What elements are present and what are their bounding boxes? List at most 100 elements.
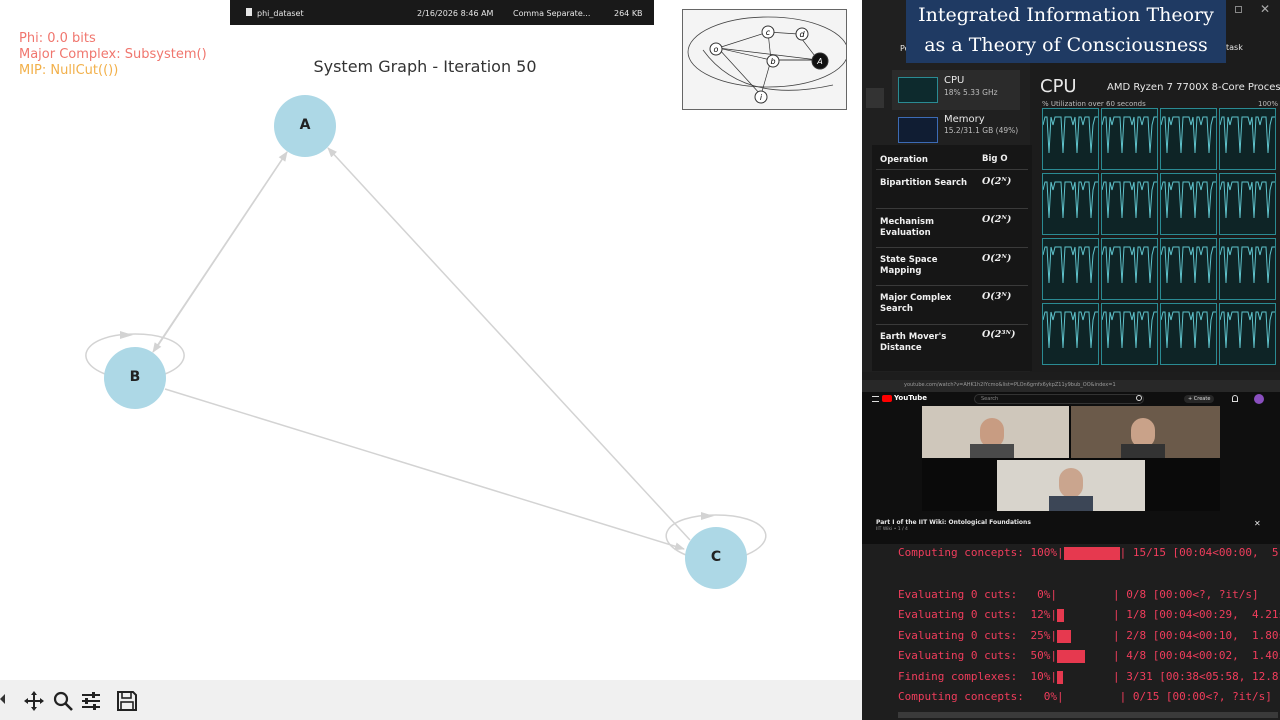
sidebar-item-detail: 15.2/31.1 GB (49%) (944, 126, 1019, 135)
progress-stats: | 1/8 [00:04<00:29, 4.21s/it] (1112, 608, 1280, 621)
cpu-core-graph (1160, 238, 1217, 300)
cpu-core-graph (1160, 303, 1217, 365)
sidebar-item-cpu[interactable]: CPU 18% 5.33 GHz (892, 70, 1020, 110)
file-name: phi_dataset (257, 9, 304, 18)
cpu-core-graph (1219, 303, 1276, 365)
progress-fill (1063, 547, 1120, 560)
iit-label-o: o (714, 45, 719, 54)
progress-bar (1056, 650, 1113, 664)
minimize-icon[interactable] (1235, 6, 1242, 13)
speaker-1-tile (922, 406, 1069, 458)
avatar[interactable] (1254, 394, 1264, 404)
bigo-row-complexity: O(2ᴺ) (982, 214, 1012, 225)
table-divider (876, 324, 1028, 325)
terminal-line: Computing concepts: 0%| | 0/15 [00:00<?, … (898, 690, 1272, 705)
progress-label: Computing concepts: 100%| (898, 546, 1064, 559)
youtube-logo-icon[interactable] (882, 395, 892, 402)
sidebar-rail (866, 88, 884, 108)
cpu-core-graph (1042, 108, 1099, 170)
cpu-core-graph (1101, 238, 1158, 300)
iit-label-b: b (770, 57, 775, 66)
youtube-logo-text[interactable]: YouTube (894, 394, 927, 402)
plot-title: System Graph - Iteration 50 (313, 57, 537, 76)
node-a-label: A (299, 117, 311, 133)
cpu-core-graph (1219, 238, 1276, 300)
terminal-line: Evaluating 0 cuts: 50%| | 4/8 [00:04<00:0… (898, 649, 1280, 664)
iit-label-c: c (766, 28, 771, 37)
iit-diagram-drawing: o c d b A i (687, 16, 846, 104)
notifications-icon[interactable] (1232, 395, 1238, 402)
bigo-row-operation: Bipartition Search (880, 178, 968, 188)
move-icon[interactable] (21, 688, 47, 714)
progress-stats: | 2/8 [00:04<00:10, 1.80s/it] (1112, 629, 1280, 642)
cpu-heading: CPU (1040, 76, 1077, 97)
cpu-sparkline (898, 77, 938, 103)
progress-fill (1056, 671, 1063, 684)
close-icon[interactable]: ✕ (1254, 519, 1261, 528)
table-divider (876, 169, 1028, 170)
browser-window: youtube.com/watch?v=AHK1h2IYcmo&list=PLO… (862, 372, 1280, 544)
toolbar-back-arrow-icon[interactable] (0, 694, 5, 704)
utilization-max: 100% (1257, 100, 1278, 108)
loop-arrow-c (701, 512, 714, 520)
table-divider (876, 285, 1028, 286)
create-button[interactable]: + Create (1184, 395, 1215, 403)
sidebar-item-detail: 18% 5.33 GHz (944, 88, 998, 97)
sliders-icon[interactable] (78, 688, 104, 714)
progress-fill (1056, 650, 1085, 663)
progress-label: Finding complexes: 10%| (898, 670, 1057, 683)
progress-bar (1057, 589, 1113, 603)
cpu-core-graph (1219, 108, 1276, 170)
terminal-line: Evaluating 0 cuts: 12%| | 1/8 [00:04<00:2… (898, 608, 1280, 623)
speaker-3-tile (997, 460, 1145, 511)
file-icon (246, 8, 252, 16)
plot-toolbar (0, 680, 862, 720)
search-icon[interactable] (1136, 395, 1142, 401)
edge-a-to-b (152, 151, 288, 353)
progress-label: Evaluating 0 cuts: 0%| (898, 588, 1057, 601)
progress-stats: | 4/8 [00:04<00:02, 1.40it/s] (1112, 649, 1280, 662)
progress-fill (1056, 609, 1064, 622)
bigo-row-complexity: O(2³ᴺ) (982, 329, 1016, 340)
bigo-row-operation: Mechanism Evaluation (880, 217, 934, 238)
progress-stats: | 3/31 [00:38<05:58, 12.81s/it] (1112, 670, 1280, 683)
video-title: Part I of the IIT Wiki: Ontological Foun… (876, 519, 1031, 526)
zoom-icon[interactable] (50, 688, 76, 714)
utilization-label: % Utilization over 60 seconds (1042, 100, 1146, 108)
slide-title-line1: Integrated Information Theory (918, 4, 1214, 26)
menu-icon[interactable] (872, 396, 879, 402)
speaker-2-tile (1071, 406, 1220, 458)
run-task-fragment[interactable]: task (1226, 43, 1243, 52)
progress-bar (1056, 609, 1113, 623)
bigo-header-operation: Operation (880, 155, 928, 165)
youtube-search-input[interactable]: Search (974, 394, 1144, 404)
video-player[interactable] (922, 406, 1220, 511)
bigo-row-complexity: O(3ᴺ) (982, 291, 1012, 302)
table-divider (876, 208, 1028, 209)
cpu-core-graph (1219, 173, 1276, 235)
cpu-core-graph (1042, 173, 1099, 235)
close-icon[interactable]: ✕ (1260, 2, 1270, 16)
memory-sparkline (898, 117, 938, 143)
bigo-row-operation: Major Complex Search (880, 293, 952, 314)
terminal-scrollbar[interactable] (898, 712, 1278, 718)
cpu-model: AMD Ryzen 7 7700X 8-Core Processor (1107, 82, 1280, 93)
progress-fill (1056, 630, 1071, 643)
cpu-core-graph (1042, 303, 1099, 365)
terminal-line: Evaluating 0 cuts: 0%| | 0/8 [00:00<?, ?i… (898, 588, 1259, 603)
sidebar-item-memory[interactable]: Memory 15.2/31.1 GB (49%) (892, 110, 1020, 150)
iit-diagram-image: o c d b A i (682, 9, 847, 110)
file-explorer-row[interactable]: phi_dataset 2/16/2026 8:46 AM Comma Sepa… (230, 0, 654, 25)
browser-tab-strip[interactable] (862, 372, 1280, 380)
edge-b-to-c (164, 388, 685, 551)
address-url[interactable]: youtube.com/watch?v=AHK1h2IYcmo&list=PLO… (904, 382, 1116, 388)
terminal-output: Computing concepts: 100%| | 15/15 [00:04<… (862, 544, 1280, 720)
big-o-table: Operation Big O Bipartition Search O(2ᴺ)… (872, 145, 1032, 371)
save-icon[interactable] (114, 688, 140, 714)
progress-label: Computing concepts: 0%| (898, 690, 1064, 703)
desktop-screen: A B C Phi: 0.0 bits Major Complex: Subsy… (0, 0, 1280, 720)
cpu-core-graph (1101, 303, 1158, 365)
browser-address-bar[interactable]: youtube.com/watch?v=AHK1h2IYcmo&list=PLO… (862, 380, 1280, 392)
bigo-header-complexity: Big O (982, 154, 1008, 164)
bigo-row-operation: State Space Mapping (880, 255, 938, 276)
